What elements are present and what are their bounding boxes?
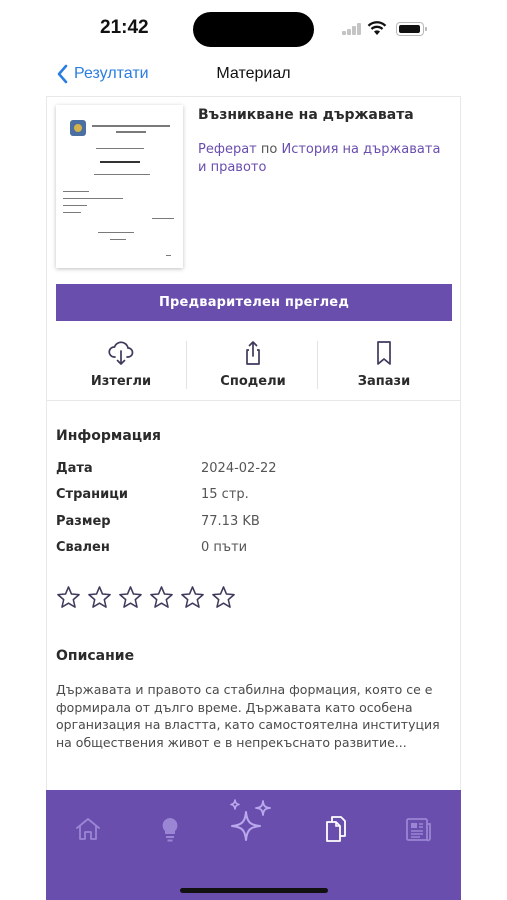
info-label: Свален (56, 540, 110, 555)
info-row-size: Размер 77.13 KB (56, 514, 452, 534)
dynamic-island (193, 12, 314, 47)
star-icon[interactable] (118, 585, 143, 610)
action-row: Изтегли Сподели Запази (47, 337, 460, 401)
star-rating[interactable] (56, 585, 236, 610)
documents-icon (326, 816, 346, 842)
description-heading: Описание (56, 648, 135, 664)
description-text: Държавата и правото са стабилна формация… (56, 682, 440, 750)
info-row-date: Дата 2024-02-22 (56, 461, 452, 481)
sparkles-icon[interactable] (226, 798, 274, 846)
document-type-link[interactable]: Реферат (198, 142, 257, 157)
home-icon (76, 818, 100, 840)
star-icon[interactable] (87, 585, 112, 610)
star-icon[interactable] (149, 585, 174, 610)
bookmark-icon (377, 341, 391, 365)
tab-home[interactable] (73, 814, 103, 844)
preview-button[interactable]: Предварителен преглед (56, 284, 452, 321)
status-bar: 21:42 (0, 0, 507, 56)
wifi-icon (367, 21, 387, 35)
newspaper-icon (406, 818, 431, 842)
star-icon[interactable] (211, 585, 236, 610)
cloud-download-icon (108, 341, 134, 365)
save-button[interactable]: Запази (315, 337, 453, 401)
document-meta: Реферат по История на държавата и правот… (198, 141, 443, 177)
info-heading: Информация (56, 428, 161, 444)
cellular-signal-icon (342, 23, 362, 35)
document-thumbnail[interactable] (56, 105, 183, 268)
info-label: Дата (56, 461, 93, 476)
star-icon[interactable] (56, 585, 81, 610)
tab-documents[interactable] (321, 814, 351, 844)
info-row-downloads: Свален 0 пъти (56, 540, 452, 560)
share-label: Сподели (220, 374, 286, 389)
info-value: 15 стр. (201, 487, 249, 502)
info-value: 77.13 KB (201, 514, 260, 529)
star-icon[interactable] (180, 585, 205, 610)
download-label: Изтегли (90, 374, 152, 389)
share-button[interactable]: Сподели (184, 337, 322, 401)
nav-bar: Резултати Материал (0, 56, 507, 94)
lightbulb-icon (162, 818, 178, 842)
status-time: 21:42 (100, 17, 149, 38)
university-seal-icon (70, 120, 86, 136)
home-indicator (180, 888, 328, 893)
share-icon (246, 341, 260, 365)
save-label: Запази (357, 374, 411, 389)
page-title: Материал (216, 65, 291, 82)
material-card: Възникване на държавата Реферат по Истор… (46, 96, 461, 796)
info-value: 2024-02-22 (201, 461, 277, 476)
info-label: Страници (56, 487, 128, 502)
battery-icon (396, 22, 427, 36)
download-button[interactable]: Изтегли (52, 337, 190, 401)
by-word: по (260, 142, 278, 157)
tab-ideas[interactable] (155, 814, 185, 844)
document-title: Възникване на държавата (198, 107, 414, 123)
tab-bar (46, 790, 461, 900)
info-row-pages: Страници 15 стр. (56, 487, 452, 507)
info-value: 0 пъти (201, 540, 248, 555)
info-label: Размер (56, 514, 111, 529)
tab-news[interactable] (403, 814, 433, 844)
